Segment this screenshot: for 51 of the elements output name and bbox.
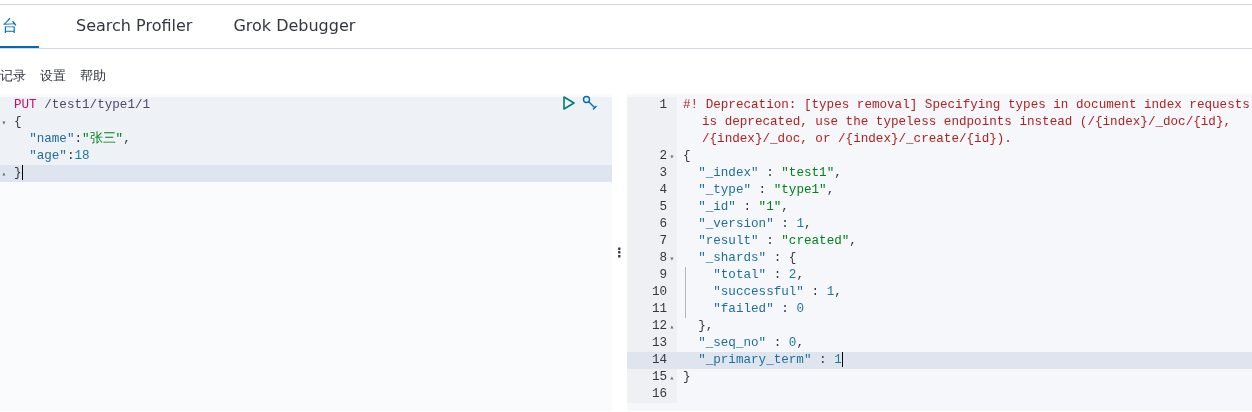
line-number: 16 xyxy=(651,386,667,403)
code-line: } xyxy=(682,369,692,386)
code-line: { xyxy=(14,114,22,131)
fold-toggle[interactable]: ▾ xyxy=(1,114,7,131)
code-line: "_seq_no" : 0, xyxy=(697,335,805,352)
line-number: 13 xyxy=(651,335,667,352)
line-number: 9 xyxy=(659,267,667,284)
fold-toggle[interactable]: ▴ xyxy=(1,165,7,182)
fold-toggle[interactable]: ▴ xyxy=(669,318,675,335)
code-line: "result" : "created", xyxy=(697,233,858,250)
line-number: 8 xyxy=(659,250,667,267)
tab[interactable]: Grok Debugger xyxy=(229,5,360,48)
line-number: 7 xyxy=(659,233,667,250)
code-line: } xyxy=(14,165,24,182)
line-number: 6 xyxy=(659,216,667,233)
fold-toggle[interactable]: ▾ xyxy=(669,148,675,165)
fold-toggle[interactable]: ▴ xyxy=(669,369,675,386)
line-number: 10 xyxy=(651,284,667,301)
tab[interactable]: Search Profiler xyxy=(72,5,197,48)
line-number: 11 xyxy=(651,301,667,318)
code-line: "_id" : "1", xyxy=(697,199,790,216)
code-line: "_shards" : { xyxy=(697,250,798,267)
code-line: "total" : 2, xyxy=(680,267,1252,284)
fold-toggle[interactable]: ▾ xyxy=(669,250,675,267)
line-number: 1 xyxy=(659,97,667,114)
code-line: "name":"张三", xyxy=(28,131,131,148)
menu-item[interactable]: 帮助 xyxy=(80,65,106,86)
menu-item[interactable]: 记录 xyxy=(0,65,26,86)
line-number: 3 xyxy=(659,165,667,182)
line-number: 12 xyxy=(651,318,667,335)
line-number: 15 xyxy=(651,369,667,386)
code-line: "_type" : "type1", xyxy=(697,182,836,199)
line-number: 5 xyxy=(659,199,667,216)
resize-handle[interactable]: ⋮ xyxy=(613,246,626,259)
code-line: PUT /test1/type1/1 xyxy=(14,97,151,114)
play-icon[interactable] xyxy=(562,95,576,111)
line-number: 2 xyxy=(659,148,667,165)
line-number: 14 xyxy=(651,352,667,369)
menu-item[interactable]: 设置 xyxy=(40,65,66,86)
code-line: "successful" : 1, xyxy=(680,284,1252,301)
tab[interactable]: 台 xyxy=(0,5,39,48)
code-line: #! Deprecation: [types removal] Specifying types in document index requests is deprecated, use the typeless endpoints instead (/{index}/_doc/{id}, /{index}/_doc, or /{index}/_create/{id}). xyxy=(682,97,1251,148)
code-line: "_version" : 1, xyxy=(697,216,813,233)
code-line: { xyxy=(682,148,692,165)
code-line: "_index" : "test1", xyxy=(697,165,843,182)
code-line: "failed" : 0 xyxy=(680,301,1252,318)
code-line: }, xyxy=(697,318,715,335)
code-line: "age":18 xyxy=(28,148,90,165)
code-line: "_primary_term" : 1 xyxy=(697,352,845,369)
line-number: 4 xyxy=(659,182,667,199)
wrench-icon[interactable] xyxy=(582,95,598,111)
